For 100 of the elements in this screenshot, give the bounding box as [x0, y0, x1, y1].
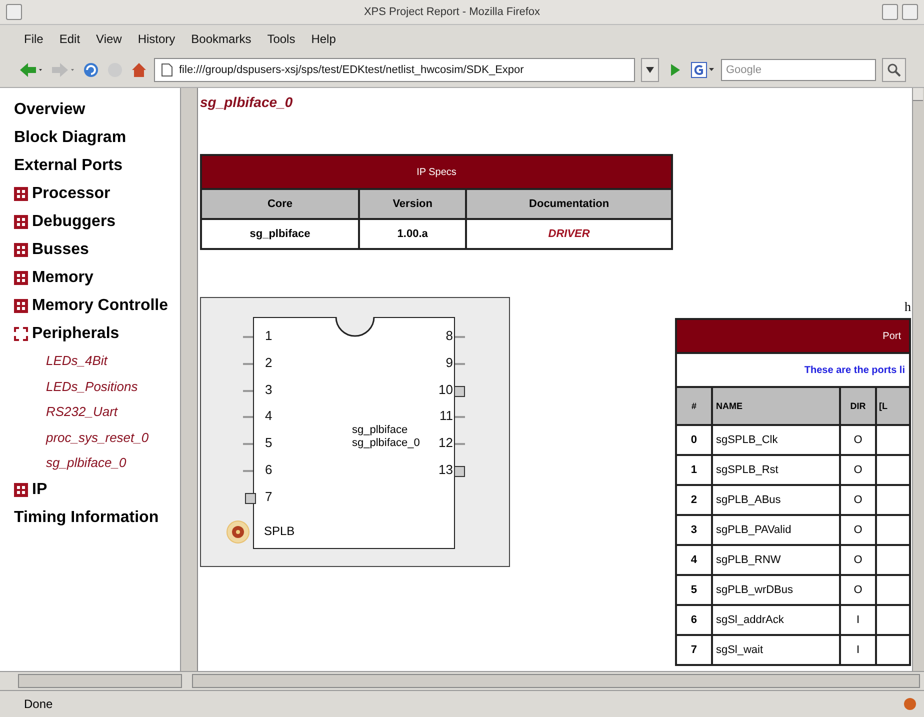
- collapse-icon[interactable]: [14, 327, 28, 341]
- column-header: Version: [359, 189, 466, 219]
- pin-label: 6: [265, 462, 272, 478]
- expand-icon[interactable]: [14, 271, 28, 285]
- connector-icon: [454, 386, 465, 397]
- dropdown-button[interactable]: [641, 58, 659, 82]
- sidebar-group[interactable]: Debuggers: [32, 208, 116, 236]
- pin-label: 4: [265, 408, 272, 424]
- type-label: sg_plbiface: [352, 424, 408, 437]
- table-cell: 4: [676, 545, 712, 575]
- table-cell: sgSl_wait: [712, 635, 840, 665]
- sidebar-sublink[interactable]: sg_plbiface_0: [14, 450, 180, 476]
- sidebar-sublink[interactable]: RS232_Uart: [14, 399, 180, 424]
- page-icon: [161, 63, 173, 77]
- menu-item[interactable]: Tools: [261, 30, 302, 48]
- table-title: Port: [676, 319, 910, 353]
- sidebar-link[interactable]: Overview: [14, 96, 180, 124]
- table-cell: O: [840, 455, 876, 485]
- page-scrollbar[interactable]: [912, 88, 924, 671]
- table-cell: 3: [676, 515, 712, 545]
- sidebar-group[interactable]: Memory: [32, 264, 94, 292]
- sidebar-group[interactable]: Processor: [32, 180, 110, 208]
- table-cell: 7: [676, 635, 712, 665]
- table-cell: sgSPLB_Rst: [712, 455, 840, 485]
- sidebar-sublink[interactable]: LEDs_Positions: [14, 374, 180, 399]
- table-cell: sgPLB_wrDBus: [712, 575, 840, 605]
- menu-item[interactable]: Bookmarks: [185, 30, 258, 48]
- pin-label: 13: [438, 462, 453, 478]
- search-field[interactable]: Google: [721, 59, 876, 81]
- table-cell: I: [840, 635, 876, 665]
- scroll-up-button[interactable]: [913, 88, 923, 101]
- table-cell: 1.00.a: [359, 219, 466, 249]
- menu-item[interactable]: File: [18, 30, 50, 48]
- column-header: Core: [201, 189, 360, 219]
- expand-icon[interactable]: [14, 243, 28, 257]
- table-cell: sgPLB_PAValid: [712, 515, 840, 545]
- connector-icon: [454, 466, 465, 477]
- pin-label: 2: [265, 354, 272, 371]
- sidebar-scrollbar[interactable]: [180, 88, 197, 671]
- reload-icon[interactable]: [82, 61, 100, 79]
- table-cell: 2: [676, 485, 712, 515]
- documentation-link[interactable]: DRIVER: [466, 219, 672, 249]
- search-icon: [887, 63, 901, 77]
- maximize-button[interactable]: [902, 4, 918, 20]
- table-cell: sgPLB_RNW: [712, 545, 840, 575]
- sidebar-group[interactable]: IP: [32, 476, 48, 504]
- menu-item[interactable]: Edit: [53, 30, 86, 48]
- table-cell: 1: [676, 455, 712, 485]
- status-text: Done: [24, 697, 53, 711]
- table-cell: I: [840, 605, 876, 635]
- menu-item[interactable]: Help: [305, 30, 342, 48]
- page-horizontal-scrollbar[interactable]: [192, 674, 920, 688]
- pin-label: 8: [446, 328, 453, 344]
- sidebar-horizontal-scrollbar[interactable]: [18, 674, 182, 688]
- page-title: sg_plbiface_0: [200, 94, 294, 110]
- connector-icon: [245, 492, 256, 504]
- window-title: XPS Project Report - Mozilla Firefox: [362, 6, 542, 18]
- menu-item[interactable]: History: [132, 30, 182, 48]
- pin-label: 1: [265, 328, 272, 344]
- table-cell: O: [840, 575, 876, 605]
- expand-icon[interactable]: [14, 482, 28, 496]
- sidebar-link[interactable]: External Ports: [14, 152, 180, 180]
- column-header: #: [676, 387, 712, 425]
- back-arrow-icon[interactable]: [18, 61, 44, 79]
- sidebar-sublink[interactable]: proc_sys_reset_0: [14, 424, 180, 450]
- search-engine-button[interactable]: [691, 59, 715, 81]
- expand-icon[interactable]: [14, 299, 28, 313]
- sidebar-group[interactable]: Peripherals: [32, 320, 120, 348]
- table-title: IP Specs: [201, 155, 672, 189]
- menu-item[interactable]: View: [90, 30, 128, 48]
- window-menu-button[interactable]: [6, 4, 22, 20]
- table-cell: 5: [676, 575, 712, 605]
- sidebar-link[interactable]: Block Diagram: [14, 124, 180, 152]
- instance-label: sg_plbiface_0: [352, 437, 420, 450]
- sidebar-link[interactable]: Timing Information: [14, 504, 180, 532]
- column-header: Documentation: [466, 189, 672, 219]
- sidebar-group[interactable]: Memory Controlle: [32, 292, 168, 320]
- sidebar-group[interactable]: Busses: [32, 236, 89, 264]
- address-field[interactable]: file:///group/dspusers-xsj/sps/test/EDKtest/netlist_hwcosim/SDK_Expor: [154, 58, 635, 82]
- table-cell: sgSPLB_Clk: [712, 425, 840, 455]
- sidebar-sublink[interactable]: LEDs_4Bit: [14, 348, 180, 374]
- search-engine-icon: [691, 62, 715, 78]
- minimize-button[interactable]: [882, 4, 898, 20]
- search-button[interactable]: [882, 58, 906, 82]
- table-cell: O: [840, 545, 876, 575]
- expand-icon[interactable]: [14, 215, 28, 229]
- table-cell: sg_plbiface: [201, 219, 360, 249]
- bus-label: SPLB: [264, 524, 295, 538]
- column-header: DIR: [840, 387, 876, 425]
- column-header: [L: [876, 387, 910, 425]
- pin-label: 9: [446, 354, 453, 371]
- table-cell: O: [840, 515, 876, 545]
- page-text: h: [904, 299, 911, 315]
- status-icon: [902, 696, 918, 712]
- pin-label: 12: [438, 435, 453, 452]
- pin-label: 10: [438, 382, 453, 398]
- table-cell: 6: [676, 605, 712, 635]
- expand-icon[interactable]: [14, 187, 28, 201]
- table-cell: sgPLB_ABus: [712, 485, 840, 515]
- home-icon[interactable]: [130, 61, 148, 79]
